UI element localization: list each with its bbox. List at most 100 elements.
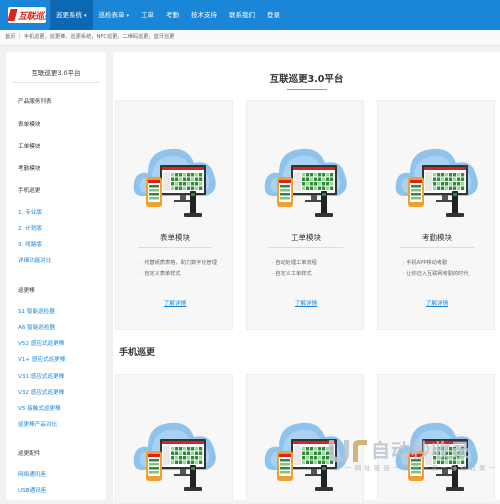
screen-cell	[187, 456, 191, 460]
screen-cell	[326, 182, 330, 186]
screen-cell	[310, 173, 314, 177]
screen-header	[162, 167, 204, 170]
sidebar-item-route-edition[interactable]: 3. 线路版	[18, 240, 42, 248]
screen-cell	[457, 173, 461, 177]
screen-cell	[306, 173, 310, 177]
screen-cell	[171, 186, 175, 190]
sidebar-item-v32[interactable]: V32 感应式巡更棒	[18, 388, 64, 396]
screen-cell	[326, 186, 330, 190]
screen-cell	[445, 173, 449, 177]
screen-cell	[445, 186, 449, 190]
monitor-stand	[311, 195, 317, 200]
screen-cell	[187, 177, 191, 181]
nav-item-inspection-form[interactable]: 巡检表单 ▾	[93, 0, 136, 30]
screen-cell	[306, 447, 310, 451]
screen-cell	[187, 186, 191, 190]
screen-cell	[310, 460, 314, 464]
nav-item-contact-us[interactable]: 联系我们	[223, 0, 261, 30]
sidebar-item-feature-compare[interactable]: 详细功能对比	[18, 256, 52, 264]
sidebar-item-v5[interactable]: V5 接触式巡更棒	[18, 404, 61, 412]
screen-cell	[191, 447, 195, 451]
sidebar-item-product-list[interactable]: 产品服务列表	[18, 97, 52, 105]
screen-cell	[179, 177, 183, 181]
product-card-pro[interactable]	[115, 374, 233, 504]
chevron-down-icon: ▾	[126, 13, 130, 19]
sidebar-item-v52[interactable]: V52 感应式巡更棒	[18, 339, 64, 347]
screen-cell	[318, 177, 322, 181]
screen-cell	[461, 173, 465, 177]
phone-row	[280, 185, 290, 188]
phone-row	[149, 189, 159, 192]
screen-cell	[330, 173, 334, 177]
screen-cell	[302, 186, 306, 190]
sidebar-item-pro-edition[interactable]: 1. 专业版	[18, 208, 42, 216]
screen-cell	[179, 182, 183, 186]
learn-more-link[interactable]: 了解详情	[116, 299, 234, 307]
screen-cell	[330, 186, 334, 190]
sidebar-item-network-dock[interactable]: 网络通讯座	[18, 470, 46, 478]
screen-cell	[330, 177, 334, 181]
screen-cell	[318, 173, 322, 177]
screen-cell	[326, 173, 330, 177]
screen-cell	[310, 186, 314, 190]
nav-item-login[interactable]: 登录	[261, 0, 286, 30]
sidebar-item-attendance-module[interactable]: 考勤模块	[18, 164, 40, 172]
module-card-attendance[interactable]: 考勤模块 · 手机APP移动考勤 · 让你迈入互联网考勤的时代 了解详情	[377, 100, 495, 330]
screen-cell	[195, 182, 199, 186]
sidebar-item-patrol-stick[interactable]: 巡更棒	[18, 286, 35, 294]
sidebar-item-usb-dock[interactable]: USB通讯座	[18, 486, 46, 494]
screen-cell	[183, 447, 187, 451]
screen-sidebar	[425, 172, 432, 191]
screen-cell	[441, 186, 445, 190]
screen-cell	[199, 173, 203, 177]
section-title-mobile-patrol: 手机巡更	[119, 348, 156, 358]
card-divider	[269, 247, 343, 248]
monitor-stand	[311, 469, 317, 474]
sidebar-item-stick-compare[interactable]: 巡更棒产品对比	[18, 420, 57, 428]
learn-more-link[interactable]: 了解详情	[378, 299, 496, 307]
monitor-base	[436, 200, 454, 202]
phone-row	[149, 471, 159, 474]
nav-item-patrol-system[interactable]: 巡更系统 ▾	[50, 0, 93, 30]
product-illustration	[133, 422, 216, 491]
screen-cell	[191, 173, 195, 177]
screen-cell	[310, 456, 314, 460]
screen-cell	[314, 177, 318, 181]
screen-cell	[461, 182, 465, 186]
module-card-form[interactable]: 表单模块 · 代替纸质表格，助力数字化管理 · 自定义表单样式 了解详情	[115, 100, 233, 330]
site-logo[interactable]: 互联巡更	[8, 7, 46, 23]
screen-cell	[179, 460, 183, 464]
screen-sidebar	[163, 172, 170, 191]
sidebar-item-v1plus[interactable]: V1+ 感应式巡更棒	[18, 355, 65, 363]
phone-row	[149, 193, 159, 196]
screen-cell	[187, 451, 191, 455]
nav-item-work-order[interactable]: 工单	[135, 0, 160, 30]
screen-cell	[449, 182, 453, 186]
screen-cell	[175, 173, 179, 177]
module-card-workorder[interactable]: 工单模块 · 自动处理工单流程 · 自定义工单样式 了解详情	[246, 100, 364, 330]
sidebar-item-s1[interactable]: S1 智能巡检器	[18, 307, 55, 315]
sidebar-item-accessories[interactable]: 巡更配件	[18, 449, 40, 457]
sidebar-item-v31[interactable]: V31 感应式巡更棒	[18, 372, 64, 380]
sidebar-item-mobile-patrol[interactable]: 手机巡更	[18, 186, 40, 194]
screen-header	[162, 441, 204, 444]
screen-cell	[326, 177, 330, 181]
screen-header	[424, 167, 466, 170]
screen-cell	[306, 177, 310, 181]
sidebar-item-workorder-module[interactable]: 工单模块	[18, 142, 40, 150]
screen-cell	[171, 451, 175, 455]
screen-cell	[171, 173, 175, 177]
screen-cell	[183, 177, 187, 181]
product-illustration	[395, 148, 478, 217]
sidebar-item-a6[interactable]: A6 智能巡检器	[18, 323, 55, 331]
learn-more-link[interactable]: 了解详情	[247, 299, 365, 307]
screen-cell	[461, 186, 465, 190]
card-title: 考勤模块	[422, 233, 452, 242]
nav-item-tech-support[interactable]: 技术支持	[185, 0, 223, 30]
sidebar-item-plan-edition[interactable]: 2. 计划版	[18, 224, 42, 232]
sidebar-item-form-module[interactable]: 表单模块	[18, 120, 40, 128]
nav-item-attendance[interactable]: 考勤	[160, 0, 185, 30]
watermark-subtext: 一 网 址 链 接 一 来 访 一 次 一 自 动 收 录 一	[345, 464, 496, 472]
screen-cell	[195, 456, 199, 460]
screen-cell	[322, 186, 326, 190]
